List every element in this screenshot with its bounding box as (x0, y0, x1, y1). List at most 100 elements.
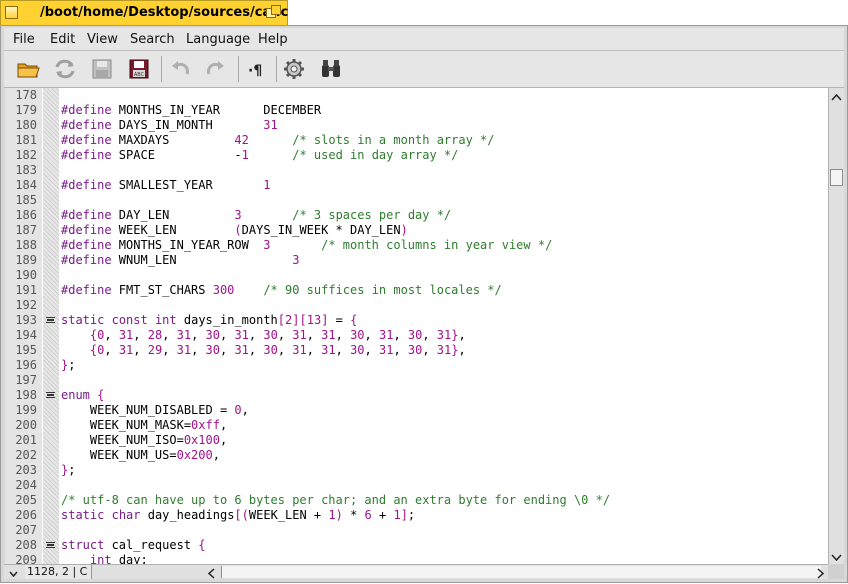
code-line[interactable]: #define DAY_LEN 3 /* 3 spaces per day */ (61, 208, 451, 223)
toolbar-separator (161, 56, 162, 82)
save-icon[interactable] (89, 56, 115, 82)
code-line[interactable]: WEEK_NUM_US=0x200, (61, 448, 220, 463)
code-line[interactable]: #define MONTHS_IN_YEAR_ROW 3 /* month co… (61, 238, 552, 253)
code-line[interactable]: WEEK_NUM_DISABLED = 0, (61, 403, 249, 418)
line-number: 199 (15, 403, 37, 417)
menu-bar: File Edit View Search Language Help (4, 28, 844, 51)
code-line[interactable]: #define FMT_ST_CHARS 300 /* 90 suffices … (61, 283, 502, 298)
line-number: 189 (15, 253, 37, 267)
code-line[interactable]: WEEK_NUM_MASK=0xff, (61, 418, 227, 433)
line-number: 209 (15, 553, 37, 564)
fold-toggle-icon[interactable] (46, 541, 55, 550)
line-number: 194 (15, 328, 37, 342)
find-icon[interactable] (318, 56, 344, 82)
line-number: 202 (15, 448, 37, 462)
code-line[interactable]: #define MONTHS_IN_YEAR DECEMBER (61, 103, 321, 118)
toolbar-separator (276, 56, 277, 82)
line-number: 179 (15, 103, 37, 117)
window-tab[interactable]: /boot/home/Desktop/sources/cal.c (0, 0, 288, 25)
code-line[interactable]: static const int days_in_month[2][13] = … (61, 313, 357, 328)
code-area[interactable]: #define MONTHS_IN_YEAR DECEMBER #define D… (61, 88, 828, 564)
code-line[interactable]: WEEK_NUM_ISO=0x100, (61, 433, 227, 448)
vertical-scrollbar[interactable] (828, 88, 844, 564)
svg-text:·¶: ·¶ (248, 63, 262, 79)
scroll-up-arrow-icon[interactable] (830, 89, 843, 102)
cursor-position-status: 1128, 2 | C (25, 565, 93, 579)
menu-help[interactable]: Help (258, 32, 288, 47)
open-folder-icon[interactable] (15, 56, 41, 82)
line-number: 200 (15, 418, 37, 432)
scroll-down-arrow-icon[interactable] (830, 549, 843, 562)
settings-icon[interactable] (281, 56, 307, 82)
line-number: 187 (15, 223, 37, 237)
status-menu-chevron-icon[interactable] (7, 565, 20, 578)
code-line[interactable]: struct cal_request { (61, 538, 206, 553)
code-line[interactable]: enum { (61, 388, 104, 403)
redo-icon[interactable] (203, 56, 229, 82)
vertical-scroll-thumb[interactable] (830, 169, 843, 186)
line-number: 201 (15, 433, 37, 447)
line-number: 183 (15, 163, 37, 177)
reload-icon[interactable] (52, 56, 78, 82)
line-number: 180 (15, 118, 37, 132)
toolbar-separator (238, 56, 239, 82)
horizontal-scroll-thumb[interactable] (221, 566, 821, 578)
line-number: 207 (15, 523, 37, 537)
toolbar: ABC ·¶ (4, 51, 844, 88)
line-number: 186 (15, 208, 37, 222)
code-editor[interactable]: 178 179 180 181 182 183 184 185 186 187 188 189 190 1… (5, 88, 828, 564)
menu-view[interactable]: View (87, 32, 118, 47)
line-number: 191 (15, 283, 37, 297)
code-line[interactable]: static char day_headings[(WEEK_LEN + 1) … (61, 508, 415, 523)
horizontal-scrollbar[interactable]: 1128, 2 | C (4, 564, 828, 579)
menu-language[interactable]: Language (186, 32, 250, 47)
menu-file[interactable]: File (13, 32, 35, 47)
code-line[interactable]: #define DAYS_IN_MONTH 31 (61, 118, 278, 133)
line-number: 195 (15, 343, 37, 357)
code-line[interactable]: #define SPACE -1 /* used in day array */ (61, 148, 458, 163)
line-number: 184 (15, 178, 37, 192)
code-line[interactable]: #define MAXDAYS 42 /* slots in a month a… (61, 133, 495, 148)
svg-text:ABC: ABC (134, 72, 145, 78)
resize-corner[interactable] (828, 564, 844, 579)
save-as-icon[interactable]: ABC (126, 56, 152, 82)
line-number: 208 (15, 538, 37, 552)
code-line[interactable]: #define WNUM_LEN 3 (61, 253, 299, 268)
line-number: 181 (15, 133, 37, 147)
show-whitespace-icon[interactable]: ·¶ (244, 56, 270, 82)
fold-margin[interactable] (43, 88, 59, 564)
line-number: 198 (15, 388, 37, 402)
code-line[interactable]: }; (61, 358, 75, 373)
line-number: 204 (15, 478, 37, 492)
line-number: 188 (15, 238, 37, 252)
line-number: 197 (15, 373, 37, 387)
line-number: 182 (15, 148, 37, 162)
code-line[interactable]: }; (61, 463, 75, 478)
code-line[interactable]: #define WEEK_LEN (DAYS_IN_WEEK * DAY_LEN… (61, 223, 408, 238)
line-number: 178 (15, 88, 37, 102)
menu-search[interactable]: Search (130, 32, 175, 47)
line-number: 192 (15, 298, 37, 312)
zoom-icon[interactable] (266, 5, 282, 20)
code-line[interactable]: #define SMALLEST_YEAR 1 (61, 178, 271, 193)
code-line[interactable]: {0, 31, 29, 31, 30, 31, 30, 31, 31, 30, … (61, 343, 466, 358)
line-number: 203 (15, 463, 37, 477)
code-line[interactable]: /* utf-8 can have up to 6 bytes per char… (61, 493, 610, 508)
line-number: 205 (15, 493, 37, 507)
menu-edit[interactable]: Edit (50, 32, 75, 47)
fold-toggle-icon[interactable] (46, 391, 55, 400)
line-number: 193 (15, 313, 37, 327)
line-number: 185 (15, 193, 37, 207)
code-line[interactable]: int day; (61, 553, 148, 564)
line-number: 206 (15, 508, 37, 522)
title-bar: /boot/home/Desktop/sources/cal.c (0, 0, 848, 26)
window-title: /boot/home/Desktop/sources/cal.c (40, 5, 289, 20)
undo-icon[interactable] (167, 56, 193, 82)
scroll-right-arrow-icon[interactable] (814, 565, 827, 579)
line-number: 190 (15, 268, 37, 282)
line-number: 196 (15, 358, 37, 372)
code-line[interactable]: {0, 31, 28, 31, 30, 31, 30, 31, 31, 30, … (61, 328, 466, 343)
scroll-left-arrow-icon[interactable] (205, 565, 218, 579)
close-icon[interactable] (5, 6, 18, 19)
fold-toggle-icon[interactable] (46, 316, 55, 325)
